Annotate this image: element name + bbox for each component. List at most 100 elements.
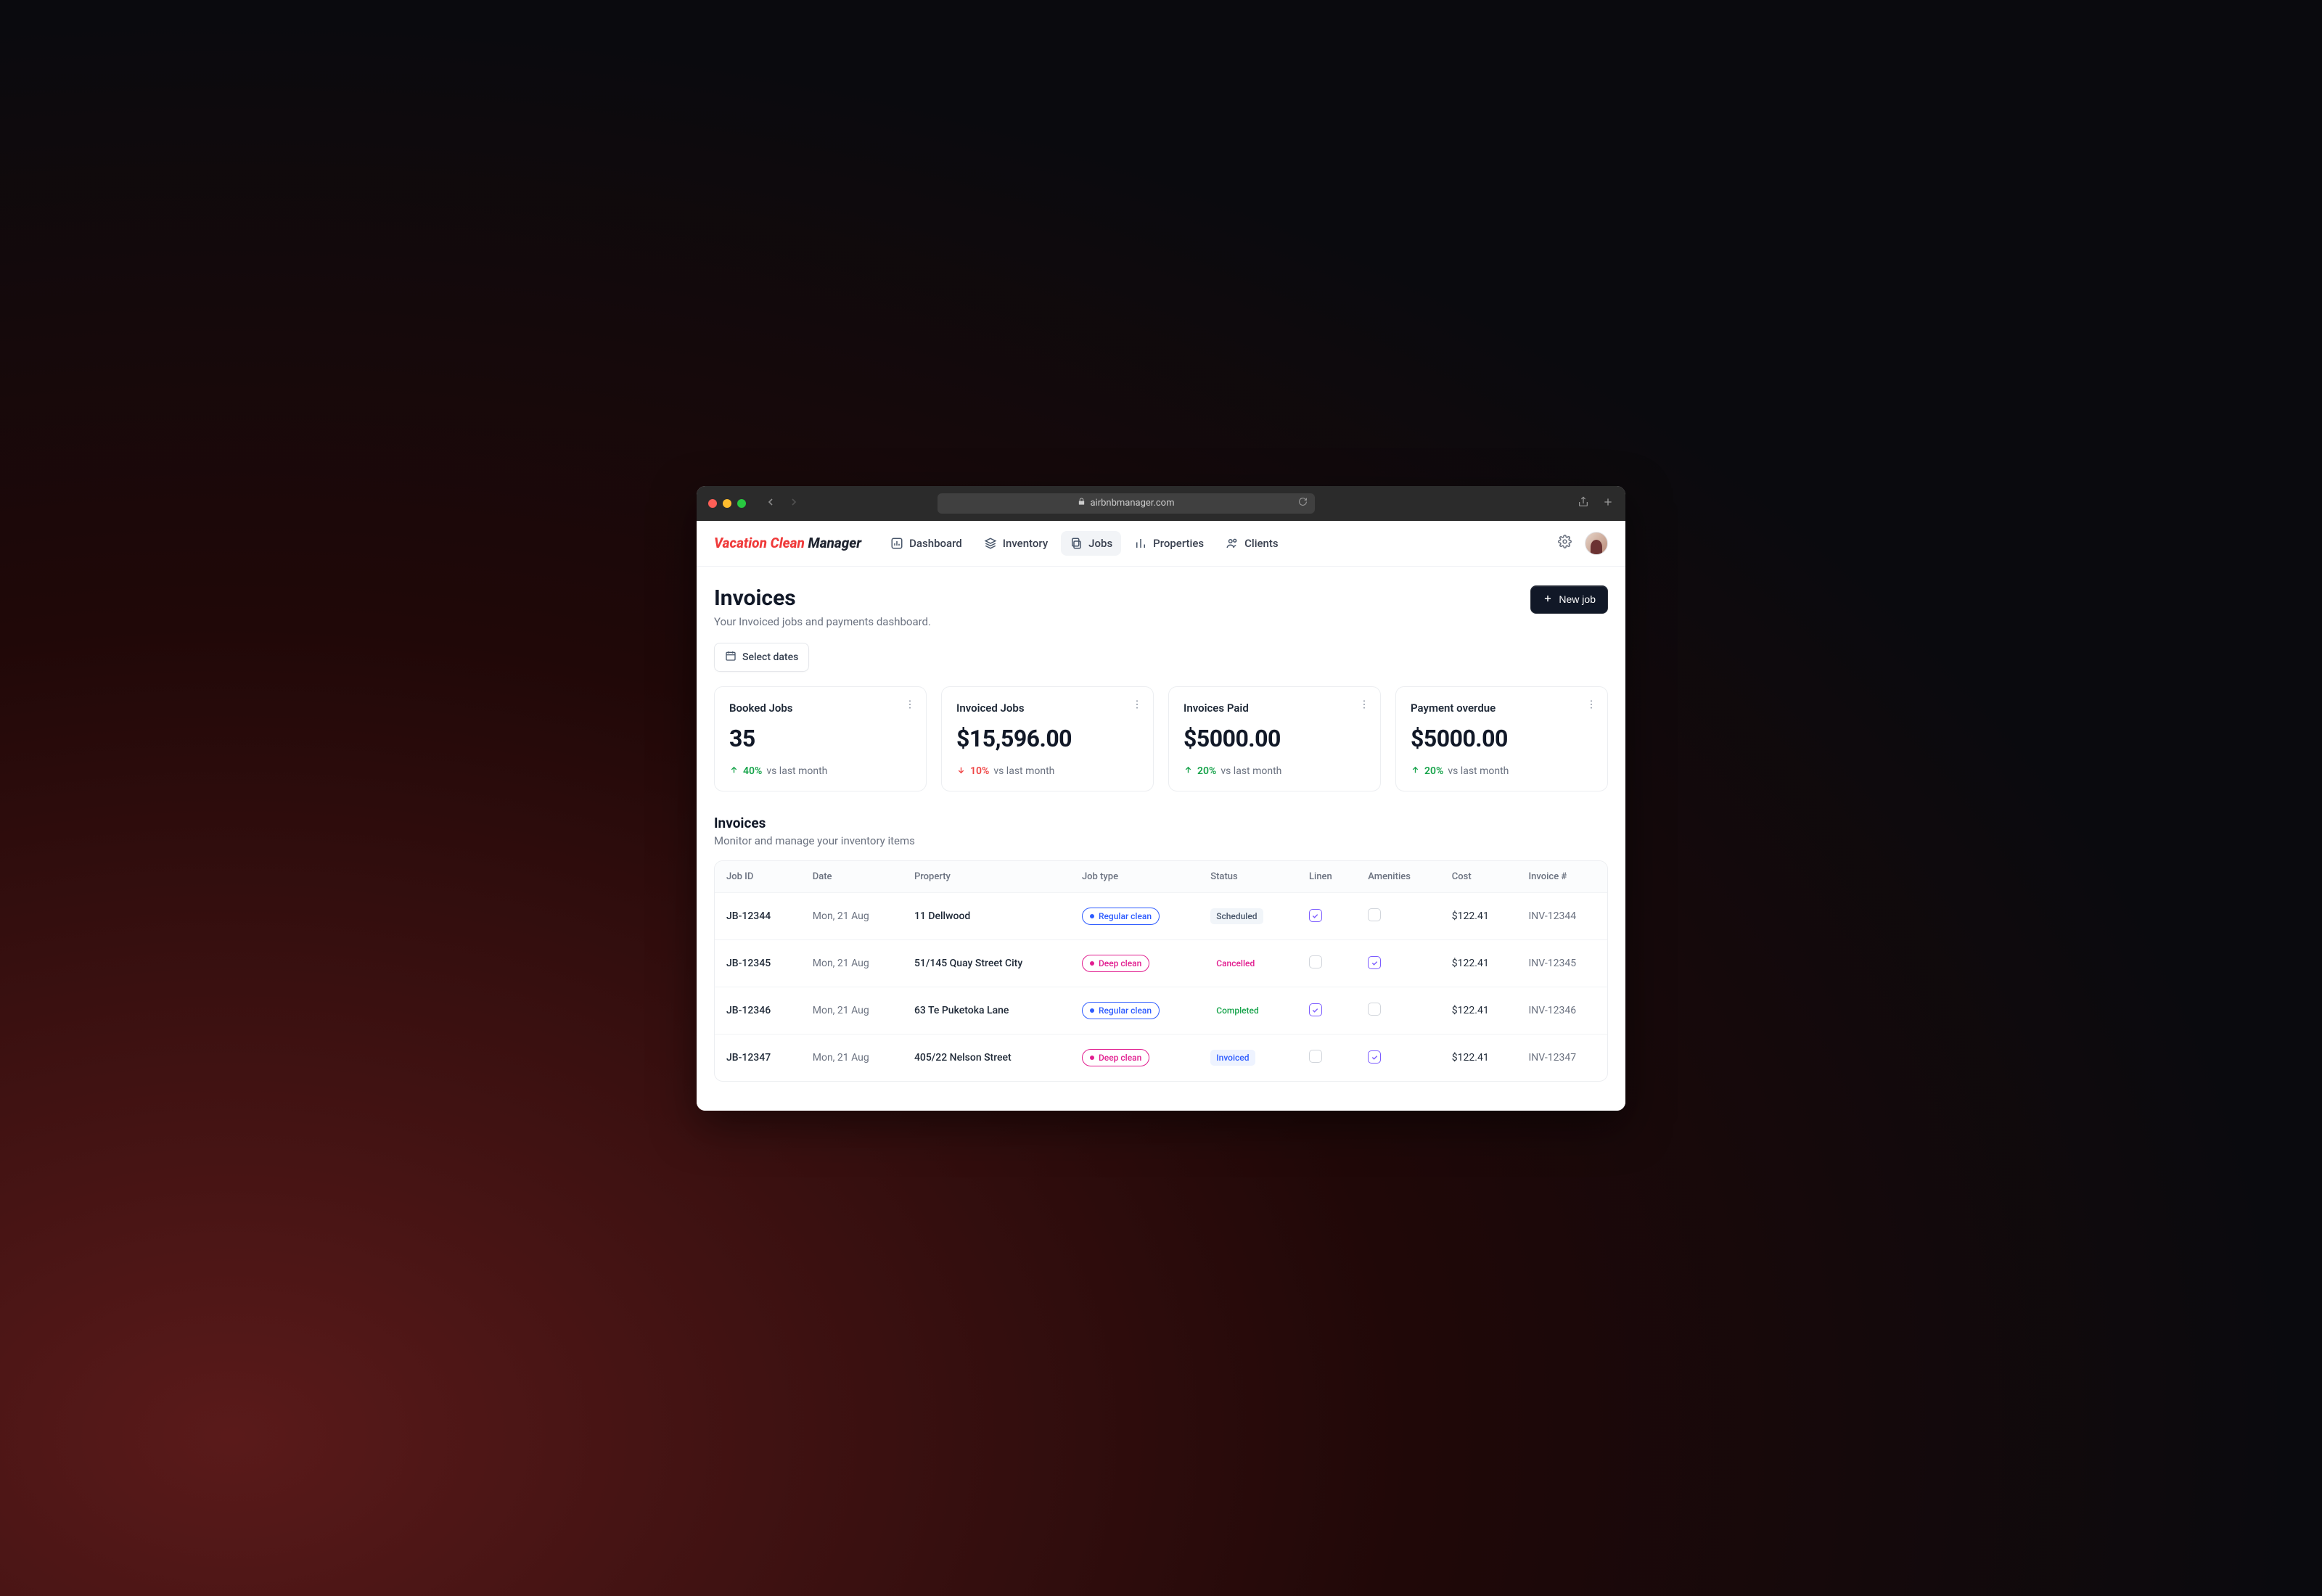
trend-arrow-icon [956,765,966,778]
cell-date: Mon, 21 Aug [801,987,903,1034]
badge-dot-icon [1090,914,1094,918]
nav-properties[interactable]: Properties [1125,531,1213,556]
th-job-id: Job ID [715,861,801,893]
cell-status: Scheduled [1199,892,1297,939]
new-job-label: New job [1559,593,1596,605]
cell-job-type: Deep clean [1070,1034,1199,1081]
browser-nav-arrows [765,496,800,511]
stat-label: Booked Jobs [729,702,911,715]
back-button[interactable] [765,496,776,511]
nav-jobs[interactable]: Jobs [1061,531,1121,556]
new-job-button[interactable]: New job [1530,585,1608,614]
cell-job-type: Deep clean [1070,939,1199,987]
th-status: Status [1199,861,1297,893]
trend-vs: vs last month [1221,765,1281,777]
cell-amenities [1356,892,1440,939]
table-row[interactable]: JB-12344Mon, 21 Aug11 DellwoodRegular cl… [715,892,1607,939]
share-icon[interactable] [1578,496,1589,511]
cell-status: Completed [1199,987,1297,1034]
jobs-icon [1070,537,1083,550]
table-row[interactable]: JB-12347Mon, 21 Aug405/22 Nelson StreetD… [715,1034,1607,1081]
cell-status: Cancelled [1199,939,1297,987]
page-title: Invoices [714,585,931,611]
status-badge: Completed [1210,1003,1265,1019]
linen-checkbox[interactable] [1309,909,1322,922]
stat-trend: 20%vs last month [1183,765,1366,778]
brand-accent: Vacation Clean [714,535,805,551]
new-tab-icon[interactable] [1602,496,1614,511]
cell-amenities [1356,939,1440,987]
traffic-lights [708,499,746,508]
status-badge: Scheduled [1210,908,1263,924]
th-property: Property [903,861,1070,893]
brand-logo[interactable]: Vacation Clean Manager [714,535,861,551]
cell-amenities [1356,987,1440,1034]
cell-job-id: JB-12344 [715,892,801,939]
close-window-button[interactable] [708,499,717,508]
card-menu-icon[interactable] [1358,699,1370,713]
linen-checkbox[interactable] [1309,1050,1322,1063]
cell-cost: $122.41 [1440,892,1517,939]
cell-job-type: Regular clean [1070,892,1199,939]
cell-cost: $122.41 [1440,939,1517,987]
nav-inventory[interactable]: Inventory [975,531,1057,556]
stat-value: $5000.00 [1183,725,1366,752]
cell-amenities [1356,1034,1440,1081]
plus-icon [1543,593,1553,606]
th-amenities: Amenities [1356,861,1440,893]
brand-rest: Manager [808,535,862,551]
nav-dashboard[interactable]: Dashboard [882,531,971,556]
cell-invoice: INV-12344 [1517,892,1607,939]
trend-arrow-icon [1183,765,1193,778]
date-picker-button[interactable]: Select dates [714,643,809,672]
settings-icon[interactable] [1558,535,1572,551]
stat-card: Invoices Paid $5000.00 20%vs last month [1168,686,1381,791]
url-bar[interactable]: airbnbmanager.com [938,493,1315,514]
card-menu-icon[interactable] [904,699,916,713]
stat-trend: 20%vs last month [1411,765,1593,778]
app-root: Vacation Clean Manager Dashboard Invento… [697,521,1625,1111]
cell-property: 405/22 Nelson Street [903,1034,1070,1081]
table-row[interactable]: JB-12345Mon, 21 Aug51/145 Quay Street Ci… [715,939,1607,987]
card-menu-icon[interactable] [1585,699,1597,713]
browser-window: airbnbmanager.com Vacation Clean Manager [697,486,1625,1111]
invoices-table: Job ID Date Property Job type Status Lin… [714,860,1608,1082]
avatar[interactable] [1585,532,1608,555]
stat-value: $5000.00 [1411,725,1593,752]
nav-clients[interactable]: Clients [1217,531,1287,556]
trend-pct: 10% [970,765,989,777]
badge-dot-icon [1090,1056,1094,1060]
amenities-checkbox[interactable] [1368,908,1381,921]
forward-button[interactable] [788,496,800,511]
trend-vs: vs last month [993,765,1054,777]
linen-checkbox[interactable] [1309,1003,1322,1016]
status-badge: Invoiced [1210,1050,1255,1066]
maximize-window-button[interactable] [737,499,746,508]
cell-linen [1297,939,1356,987]
top-nav: Vacation Clean Manager Dashboard Invento… [697,521,1625,567]
trend-vs: vs last month [1448,765,1509,777]
amenities-checkbox[interactable] [1368,1050,1381,1064]
browser-actions [1578,496,1614,511]
minimize-window-button[interactable] [723,499,731,508]
section-title: Invoices [714,815,1608,831]
cell-job-id: JB-12347 [715,1034,801,1081]
nav-label: Properties [1153,537,1204,550]
cell-linen [1297,1034,1356,1081]
badge-dot-icon [1090,961,1094,966]
stat-label: Invoices Paid [1183,702,1366,715]
amenities-checkbox[interactable] [1368,956,1381,969]
table-row[interactable]: JB-12346Mon, 21 Aug63 Te Puketoka LaneRe… [715,987,1607,1034]
linen-checkbox[interactable] [1309,955,1322,968]
badge-dot-icon [1090,1008,1094,1013]
job-type-badge: Regular clean [1082,1002,1160,1019]
card-menu-icon[interactable] [1131,699,1143,713]
cell-date: Mon, 21 Aug [801,892,903,939]
page-content: Invoices Your Invoiced jobs and payments… [697,567,1625,1111]
cell-linen [1297,987,1356,1034]
page-header: Invoices Your Invoiced jobs and payments… [714,585,1608,628]
amenities-checkbox[interactable] [1368,1003,1381,1016]
trend-vs: vs last month [766,765,827,777]
nav-label: Jobs [1088,537,1112,550]
refresh-icon[interactable] [1298,497,1308,509]
